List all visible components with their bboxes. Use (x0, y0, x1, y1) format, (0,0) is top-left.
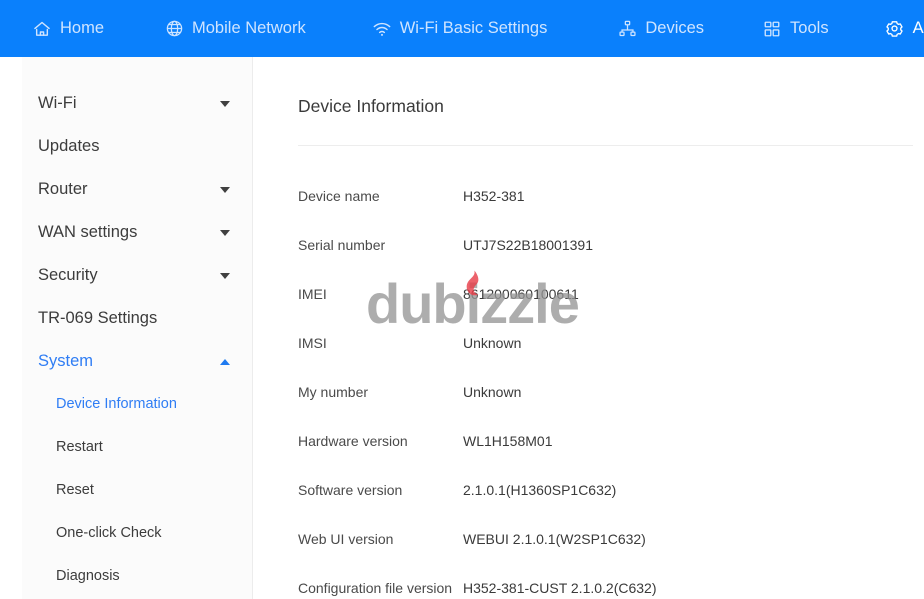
row-value-configuration-file-version: H352-381-CUST 2.1.0.2(C632) (463, 579, 657, 596)
sidebar-label-router: Router (38, 180, 88, 199)
table-row: Configuration file version H352-381-CUST… (298, 563, 913, 599)
table-row: IMSI Unknown (298, 318, 913, 367)
row-label-software-version: Software version (298, 481, 403, 498)
table-row: Device name H352-381 (298, 171, 913, 220)
chevron-down-icon (220, 100, 230, 107)
row-value-serial-number: UTJ7S22B18001391 (463, 236, 593, 253)
row-label-serial-number: Serial number (298, 236, 386, 253)
title-divider (298, 145, 913, 146)
sidebar-navigation: Wi-Fi Updates Router WAN settings Securi… (22, 57, 253, 599)
sidebar-label-updates: Updates (38, 137, 100, 156)
row-label-device-name: Device name (298, 187, 380, 204)
row-value-hardware-version: WL1H158M01 (463, 432, 553, 449)
row-label-configuration-file-version: Configuration file version (298, 579, 453, 596)
sidebar-label-system: System (38, 352, 94, 371)
sidebar-sublabel-reset: Reset (56, 482, 94, 499)
globe-icon (164, 19, 184, 39)
chevron-down-icon (220, 272, 230, 279)
nav-label-advanced: Advanced (912, 19, 924, 38)
nav-item-devices[interactable]: Devices (617, 19, 704, 39)
row-value-web-ui-version: WEBUI 2.1.0.1(W2SP1C632) (463, 530, 646, 547)
chevron-up-icon (220, 358, 230, 365)
table-row: IMEI 861200060100611 (298, 269, 913, 318)
table-row: Web UI version WEBUI 2.1.0.1(W2SP1C632) (298, 514, 913, 563)
table-row: Serial number UTJ7S22B18001391 (298, 220, 913, 269)
sidebar-sublabel-one-click-check: One-click Check (56, 525, 162, 542)
table-row: Hardware version WL1H158M01 (298, 416, 913, 465)
sitemap-icon (617, 19, 637, 39)
nav-label-devices: Devices (645, 19, 705, 38)
sidebar-item-updates[interactable]: Updates (22, 125, 252, 168)
sidebar-item-tr069-settings[interactable]: TR-069 Settings (22, 297, 252, 340)
device-information-table: Device name H352-381 Serial number UTJ7S… (298, 171, 913, 599)
sidebar-label-security: Security (38, 266, 98, 285)
row-label-my-number: My number (298, 383, 369, 400)
home-icon (32, 19, 52, 39)
sidebar-subitem-reset[interactable]: Reset (22, 469, 252, 512)
chevron-down-icon (220, 229, 230, 236)
row-value-imsi: Unknown (463, 334, 522, 351)
page-title: Device Information (298, 96, 444, 116)
sidebar-sublabel-restart: Restart (56, 439, 103, 456)
chevron-down-icon (220, 186, 230, 193)
nav-label-wifi-basic-settings: Wi-Fi Basic Settings (399, 19, 548, 38)
wifi-icon (372, 19, 392, 39)
row-value-my-number: Unknown (463, 383, 522, 400)
sidebar-item-wan-settings[interactable]: WAN settings (22, 211, 252, 254)
grid-squares-icon (762, 19, 782, 39)
row-value-software-version: 2.1.0.1(H1360SP1C632) (463, 481, 617, 498)
top-navigation-bar: Home Mobile Network Wi-Fi Basic Settings… (0, 0, 924, 57)
sidebar-label-wifi: Wi-Fi (38, 94, 77, 113)
sidebar-subitem-restart[interactable]: Restart (22, 426, 252, 469)
nav-label-home: Home (60, 19, 105, 38)
row-value-imei: 861200060100611 (463, 285, 579, 302)
row-label-web-ui-version: Web UI version (298, 530, 394, 547)
sidebar-submenu-system: Device Information Restart Reset One-cli… (22, 383, 252, 598)
sidebar-item-wifi[interactable]: Wi-Fi (22, 82, 252, 125)
sidebar-label-wan-settings: WAN settings (38, 223, 138, 242)
sidebar-item-router[interactable]: Router (22, 168, 252, 211)
sidebar-item-system[interactable]: System (22, 340, 252, 383)
nav-item-advanced[interactable]: Advanced (885, 19, 924, 39)
row-value-device-name: H352-381 (463, 187, 525, 204)
sidebar-subitem-one-click-check[interactable]: One-click Check (22, 512, 252, 555)
row-label-hardware-version: Hardware version (298, 432, 408, 449)
sidebar-subitem-diagnosis[interactable]: Diagnosis (22, 555, 252, 598)
sidebar-label-tr069-settings: TR-069 Settings (38, 309, 158, 328)
sidebar-item-security[interactable]: Security (22, 254, 252, 297)
nav-label-tools: Tools (790, 19, 829, 38)
nav-label-mobile-network: Mobile Network (192, 19, 306, 38)
sidebar-sublabel-diagnosis: Diagnosis (56, 568, 120, 585)
table-row: My number Unknown (298, 367, 913, 416)
nav-item-home[interactable]: Home (32, 19, 104, 39)
nav-item-tools[interactable]: Tools (762, 19, 829, 39)
router-admin-page: Home Mobile Network Wi-Fi Basic Settings… (0, 0, 924, 599)
nav-item-wifi-basic-settings[interactable]: Wi-Fi Basic Settings (372, 19, 548, 39)
row-label-imsi: IMSI (298, 334, 327, 351)
gear-icon (885, 19, 905, 39)
row-label-imei: IMEI (298, 285, 327, 302)
sidebar-sublabel-device-information: Device Information (56, 396, 177, 413)
nav-item-mobile-network[interactable]: Mobile Network (164, 19, 306, 39)
sidebar-subitem-device-information[interactable]: Device Information (22, 383, 252, 426)
table-row: Software version 2.1.0.1(H1360SP1C632) (298, 465, 913, 514)
main-content: Device Information Device name H352-381 … (254, 57, 924, 599)
